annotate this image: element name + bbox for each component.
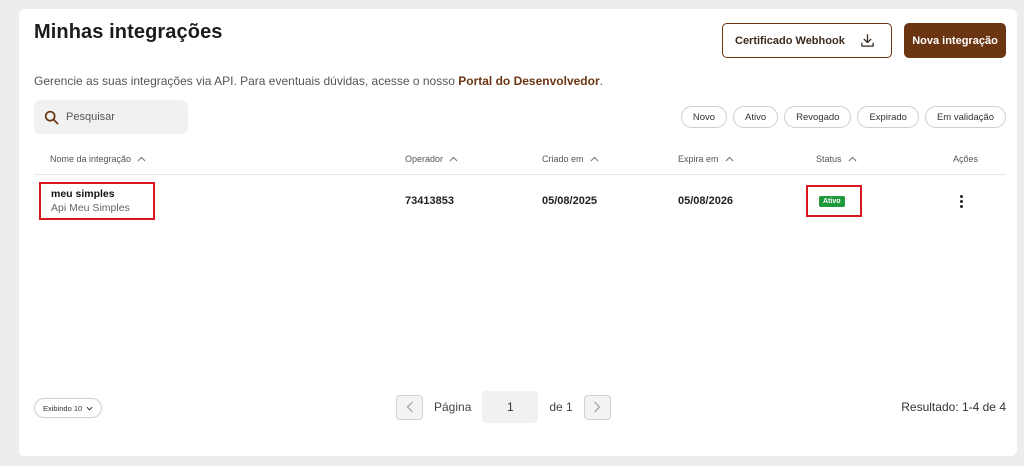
subtitle-text: Gerencie as suas integrações via API. Pa… [34,74,459,88]
page-number-input[interactable] [482,391,539,423]
page-size-select[interactable]: Exibindo 10 [34,398,103,418]
next-page-button[interactable] [583,394,611,420]
new-integration-button[interactable]: Nova integração [904,23,1006,58]
column-header-name[interactable]: Nome da integração [50,154,146,164]
filter-novo[interactable]: Novo [680,106,728,128]
table-header: Nome da integração Operador Criado em Ex… [34,149,1006,175]
column-header-actions: Ações [953,154,978,164]
page-subtitle: Gerencie as suas integrações via API. Pa… [34,74,603,88]
expires-date-cell: 05/08/2026 [678,195,734,207]
search-input[interactable] [66,111,166,123]
chevron-up-icon [725,156,733,162]
column-header-operator[interactable]: Operador [405,154,458,164]
operator-cell: 73413853 [405,195,454,207]
download-icon [861,34,874,47]
search-box[interactable] [34,100,188,134]
created-date-cell: 05/08/2025 [542,195,598,207]
column-label: Expira em [678,154,719,164]
column-header-status[interactable]: Status [816,154,857,164]
name-highlight-box [39,182,155,220]
more-actions-icon[interactable] [956,195,966,208]
page-label: Página [434,400,472,414]
page-size-value: Exibindo 10 [43,403,83,413]
table-row[interactable]: meu simples Api Meu Simples 73413853 05/… [34,176,1006,226]
status-filters: Novo Ativo Revogado Expirado Em validaçã… [680,106,1006,128]
filter-expirado[interactable]: Expirado [857,106,919,128]
chevron-down-icon [86,406,93,411]
filter-revogado[interactable]: Revogado [784,106,852,128]
previous-page-button[interactable] [396,394,423,420]
column-label: Operador [405,154,444,164]
column-label: Ações [953,154,979,164]
subtitle-suffix: . [599,74,603,88]
filter-em-validacao[interactable]: Em validação [924,106,1006,128]
chevron-up-icon [848,156,856,162]
chevron-up-icon [137,156,146,162]
webhook-certificate-button[interactable]: Certificado Webhook [722,23,892,58]
column-header-expires[interactable]: Expira em [678,154,734,164]
search-icon [44,110,59,124]
column-label: Criado em [542,154,584,164]
pagination: Página de 1 [396,391,611,423]
page-title: Minhas integrações [34,21,223,43]
filter-ativo[interactable]: Ativo [733,106,779,128]
result-count: Resultado: 1-4 de 4 [901,400,1006,414]
status-highlight-box [806,185,862,217]
page-total: de 1 [549,400,573,414]
chevron-up-icon [449,156,458,162]
column-label: Status [816,154,842,164]
integrations-card: Minhas integrações Certificado Webhook N… [19,9,1017,456]
chevron-right-icon [594,401,601,413]
webhook-certificate-label: Certificado Webhook [735,34,845,47]
chevron-left-icon [406,401,413,413]
column-label: Nome da integração [50,154,132,164]
developer-portal-link[interactable]: Portal do Desenvolvedor [458,74,599,88]
chevron-up-icon [590,156,598,162]
column-header-created[interactable]: Criado em [542,154,599,164]
